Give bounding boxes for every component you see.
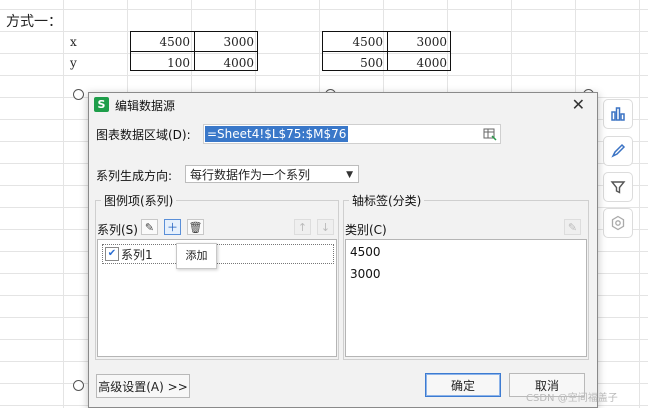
series-label: 系列(S): [97, 223, 138, 237]
ok-button[interactable]: 确定: [425, 373, 501, 397]
chart-resize-handle[interactable]: [73, 380, 84, 391]
category-listbox[interactable]: 4500 3000: [345, 239, 587, 357]
sheet-title-cell[interactable]: 方式一：: [6, 11, 62, 33]
series-checkbox[interactable]: ✔: [105, 247, 119, 261]
series-direction-select[interactable]: 每行数据作为一个系列 ▼: [185, 165, 359, 183]
table1-cell[interactable]: 100: [134, 52, 190, 74]
chart-elements-button[interactable]: [603, 99, 633, 129]
table1-cell[interactable]: 4000: [198, 52, 254, 74]
chart-settings-icon: [611, 215, 625, 231]
data-range-value: =Sheet4!$L$75:$M$76: [205, 126, 349, 142]
arrow-down-icon: ↓: [320, 220, 331, 234]
range-picker-icon[interactable]: [483, 127, 497, 141]
edit-icon: ✎: [567, 220, 578, 234]
chevron-down-icon: ▼: [346, 170, 353, 180]
category-label: 类别(C): [345, 223, 387, 237]
table2-cell[interactable]: 4000: [391, 52, 447, 74]
axis-group-title: 轴标签(分类): [349, 192, 425, 209]
list-item[interactable]: 4500: [350, 245, 381, 259]
legend-group-title: 图例项(系列): [101, 192, 177, 209]
close-icon[interactable]: ✕: [572, 95, 585, 114]
series-direction-value: 每行数据作为一个系列: [190, 168, 311, 182]
add-tooltip: 添加: [176, 243, 217, 269]
edit-icon: ✎: [144, 220, 155, 234]
row-label-y[interactable]: y: [70, 52, 77, 74]
arrow-up-icon: ↑: [297, 220, 308, 234]
data-range-input[interactable]: =Sheet4!$L$75:$M$76: [203, 124, 501, 144]
watermark: CSDN @空间福盖子: [526, 393, 618, 404]
table1-cell[interactable]: 4500: [134, 31, 190, 53]
table1-cell[interactable]: 3000: [198, 31, 254, 53]
table2-cell[interactable]: 3000: [391, 31, 447, 53]
plus-icon: ＋: [167, 221, 178, 234]
chart-style-icon: [611, 143, 626, 158]
table2-cell[interactable]: 4500: [327, 31, 383, 53]
chart-settings-button[interactable]: [603, 208, 633, 238]
spreadsheet-app-icon: S: [94, 97, 109, 112]
trash-icon: 🗑: [188, 220, 203, 234]
edit-data-source-dialog: S 编辑数据源 ✕ 图表数据区域(D): =Sheet4!$L$75:$M$76…: [88, 92, 598, 408]
move-down-button[interactable]: ↓: [317, 219, 334, 235]
move-up-button[interactable]: ↑: [294, 219, 311, 235]
table2-cell[interactable]: 500: [327, 52, 383, 74]
chart-resize-handle[interactable]: [73, 89, 84, 100]
edit-series-button[interactable]: ✎: [141, 219, 158, 235]
edit-category-button[interactable]: ✎: [564, 219, 581, 235]
range-label: 图表数据区域(D):: [96, 128, 191, 142]
series-item-label: 系列1: [121, 248, 153, 262]
delete-series-button[interactable]: 🗑: [187, 219, 204, 235]
chart-style-button[interactable]: [603, 136, 633, 166]
row-label-x[interactable]: x: [70, 31, 77, 53]
list-item[interactable]: 3000: [350, 267, 381, 281]
advanced-settings-button[interactable]: 高级设置(A) >>: [96, 374, 190, 398]
chart-elements-icon: [611, 107, 625, 121]
add-series-button[interactable]: ＋: [164, 219, 181, 235]
direction-label: 系列生成方向:: [96, 169, 173, 183]
dialog-titlebar[interactable]: S 编辑数据源 ✕: [89, 93, 597, 117]
series-listbox[interactable]: ✔ 系列1: [97, 239, 337, 357]
dialog-title: 编辑数据源: [115, 99, 176, 113]
list-item[interactable]: ✔ 系列1: [102, 244, 334, 264]
chart-filter-button[interactable]: [603, 172, 633, 202]
chart-filter-icon: [610, 181, 626, 194]
